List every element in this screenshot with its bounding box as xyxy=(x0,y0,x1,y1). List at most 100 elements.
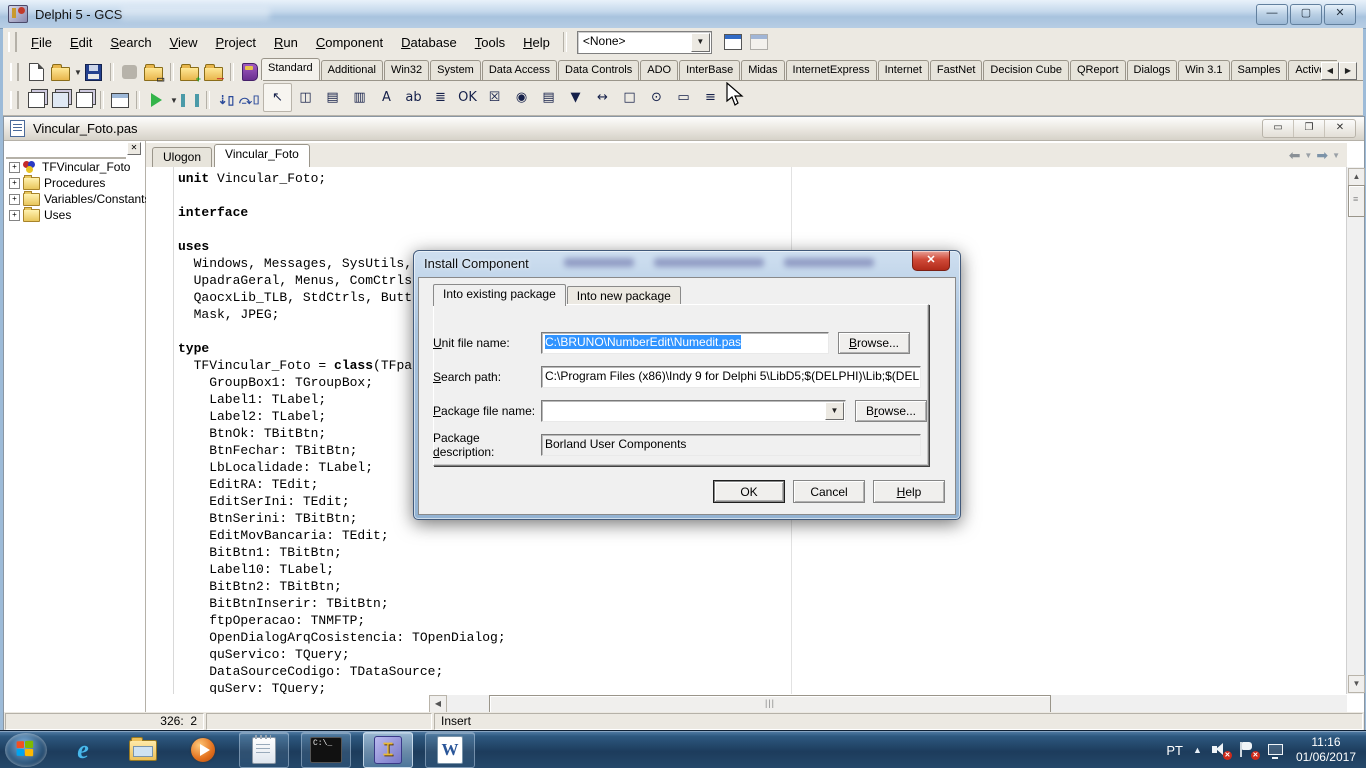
unit-file-name-input[interactable]: C:\BRUNO\NumberEdit\Numedit.pas xyxy=(541,332,829,354)
expand-icon[interactable]: + xyxy=(9,210,20,221)
action-center-icon[interactable]: ✕ xyxy=(1240,742,1258,758)
scroll-left-icon[interactable]: ◀ xyxy=(429,695,447,713)
edit-icon[interactable]: ab xyxy=(400,84,427,111)
cancel-button[interactable]: Cancel xyxy=(793,480,865,503)
menu-item-search[interactable]: Search xyxy=(101,31,160,54)
memo-icon[interactable]: ≣ xyxy=(427,84,454,111)
palette-tab-internetexpress[interactable]: InternetExpress xyxy=(786,60,877,80)
palette-tab-win32[interactable]: Win32 xyxy=(384,60,429,80)
editor-close-button[interactable]: ✕ xyxy=(1324,120,1355,137)
scroll-right-icon[interactable]: ▶ xyxy=(1339,62,1357,80)
tree-item-variables-constants[interactable]: +Variables/Constants xyxy=(6,191,151,207)
expand-icon[interactable]: + xyxy=(9,162,20,173)
new-form-icon[interactable] xyxy=(108,88,132,112)
remove-file-from-project-icon[interactable]: － xyxy=(202,60,226,84)
popupmenu-icon[interactable]: ▥ xyxy=(346,84,373,111)
language-indicator[interactable]: PT xyxy=(1166,743,1183,758)
search-path-input[interactable]: C:\Program Files (x86)\Indy 9 for Delphi… xyxy=(541,366,921,388)
explorer-close-icon[interactable]: ✕ xyxy=(127,142,141,155)
palette-tab-standard[interactable]: Standard xyxy=(261,58,320,80)
open-project-icon[interactable]: ▭ xyxy=(142,60,166,84)
explorer-grab-bar[interactable] xyxy=(6,145,126,159)
notepad-icon[interactable] xyxy=(239,732,289,768)
toolbar-grip[interactable] xyxy=(10,91,19,109)
close-button[interactable]: ✕ xyxy=(1324,4,1356,25)
vertical-scroll-thumb[interactable] xyxy=(1348,185,1365,217)
delphi-icon[interactable]: ⌶ xyxy=(363,732,413,768)
browse-package-button[interactable]: Browse... xyxy=(855,400,927,422)
chevron-down-icon[interactable]: ▼ xyxy=(74,68,82,77)
palette-tab-system[interactable]: System xyxy=(430,60,481,80)
palette-tab-additional[interactable]: Additional xyxy=(321,60,383,80)
frames-icon[interactable]: ◫ xyxy=(292,84,319,111)
panel-icon[interactable]: ▭ xyxy=(670,84,697,111)
menu-item-database[interactable]: Database xyxy=(392,31,466,54)
combobox-icon[interactable]: ▼ xyxy=(562,84,589,111)
dialog-tab-into-existing-package[interactable]: Into existing package xyxy=(433,284,566,306)
minimize-button[interactable]: — xyxy=(1256,4,1288,25)
palette-tab-interbase[interactable]: InterBase xyxy=(679,60,740,80)
palette-tab-samples[interactable]: Samples xyxy=(1231,60,1288,80)
editor-tab-vincular_foto[interactable]: Vincular_Foto xyxy=(214,144,310,167)
palette-tab-fastnet[interactable]: FastNet xyxy=(930,60,983,80)
toolbar-grip[interactable] xyxy=(10,63,19,81)
editor-tab-ulogon[interactable]: Ulogon xyxy=(152,147,212,167)
menu-item-run[interactable]: Run xyxy=(265,31,307,54)
expand-icon[interactable]: + xyxy=(9,178,20,189)
tree-item-tfvincular-foto[interactable]: +TFVincular_Foto xyxy=(6,159,151,175)
select-form-icon[interactable] xyxy=(48,88,72,112)
palette-tab-ado[interactable]: ADO xyxy=(640,60,678,80)
windows-explorer-icon[interactable] xyxy=(119,733,167,767)
menu-item-tools[interactable]: Tools xyxy=(466,31,514,54)
mainmenu-icon[interactable]: ▤ xyxy=(319,84,346,111)
scroll-down-icon[interactable]: ▼ xyxy=(1348,675,1365,693)
save-file-icon[interactable] xyxy=(82,60,106,84)
internet-explorer-icon[interactable]: e xyxy=(59,733,107,767)
button-icon[interactable]: OK xyxy=(454,84,481,111)
editor-minimize-button[interactable]: ▭ xyxy=(1263,120,1293,137)
chevron-down-icon[interactable]: ▼ xyxy=(1304,151,1312,160)
desktop-combo[interactable]: <None> ▼ xyxy=(577,31,712,54)
maximize-button[interactable]: ▢ xyxy=(1290,4,1322,25)
palette-tab-win-3-1[interactable]: Win 3.1 xyxy=(1178,60,1229,80)
editor-restore-button[interactable]: ❐ xyxy=(1293,120,1324,137)
radiogroup-icon[interactable]: ⊙ xyxy=(643,84,670,111)
chevron-down-icon[interactable]: ▼ xyxy=(1332,151,1340,160)
package-description-input[interactable]: Borland User Components xyxy=(541,434,921,456)
palette-tab-dialogs[interactable]: Dialogs xyxy=(1127,60,1178,80)
menu-item-help[interactable]: Help xyxy=(514,31,559,54)
media-player-icon[interactable] xyxy=(179,733,227,767)
save-desktop-icon[interactable] xyxy=(724,34,742,50)
volume-muted-icon[interactable]: ✕ xyxy=(1212,742,1230,758)
chevron-down-icon[interactable]: ▼ xyxy=(170,96,178,105)
radiobutton-icon[interactable]: ◉ xyxy=(508,84,535,111)
word-icon[interactable]: W xyxy=(425,732,475,768)
toolbar-grip[interactable] xyxy=(8,32,17,52)
new-file-icon[interactable] xyxy=(24,60,48,84)
tree-item-uses[interactable]: +Uses xyxy=(6,207,151,223)
menu-item-project[interactable]: Project xyxy=(207,31,265,54)
checkbox-icon[interactable]: ☒ xyxy=(481,84,508,111)
start-button[interactable] xyxy=(5,733,47,767)
vertical-scrollbar[interactable]: ▲ ▼ xyxy=(1346,167,1364,694)
label-icon[interactable]: A xyxy=(373,84,400,111)
scroll-left-icon[interactable]: ◀ xyxy=(1321,62,1339,80)
ok-button[interactable]: OK xyxy=(713,480,785,503)
add-file-to-project-icon[interactable]: + xyxy=(178,60,202,84)
palette-tab-internet[interactable]: Internet xyxy=(878,60,929,80)
package-file-name-combo[interactable]: c:\program files (x86)\borland\delphi5\L… xyxy=(541,400,846,422)
menu-item-component[interactable]: Component xyxy=(307,31,392,54)
back-icon[interactable]: ⬅ xyxy=(1289,147,1301,164)
palette-tab-data-controls[interactable]: Data Controls xyxy=(558,60,639,80)
menu-item-file[interactable]: File xyxy=(22,31,61,54)
pointer-icon[interactable]: ↖ xyxy=(263,83,292,112)
help-contents-icon[interactable] xyxy=(238,60,262,84)
select-unit-icon[interactable] xyxy=(24,88,48,112)
show-hidden-icons-icon[interactable]: ▲ xyxy=(1193,745,1202,755)
horizontal-scrollbar[interactable]: ◀ ||| xyxy=(429,695,1347,712)
dialog-tab-into-new-package[interactable]: Into new package xyxy=(567,286,681,306)
step-over-icon[interactable]: ⤼▯ xyxy=(238,88,262,112)
menu-item-view[interactable]: View xyxy=(161,31,207,54)
trace-into-icon[interactable]: ⇣▯ xyxy=(214,88,238,112)
tree-item-procedures[interactable]: +Procedures xyxy=(6,175,151,191)
